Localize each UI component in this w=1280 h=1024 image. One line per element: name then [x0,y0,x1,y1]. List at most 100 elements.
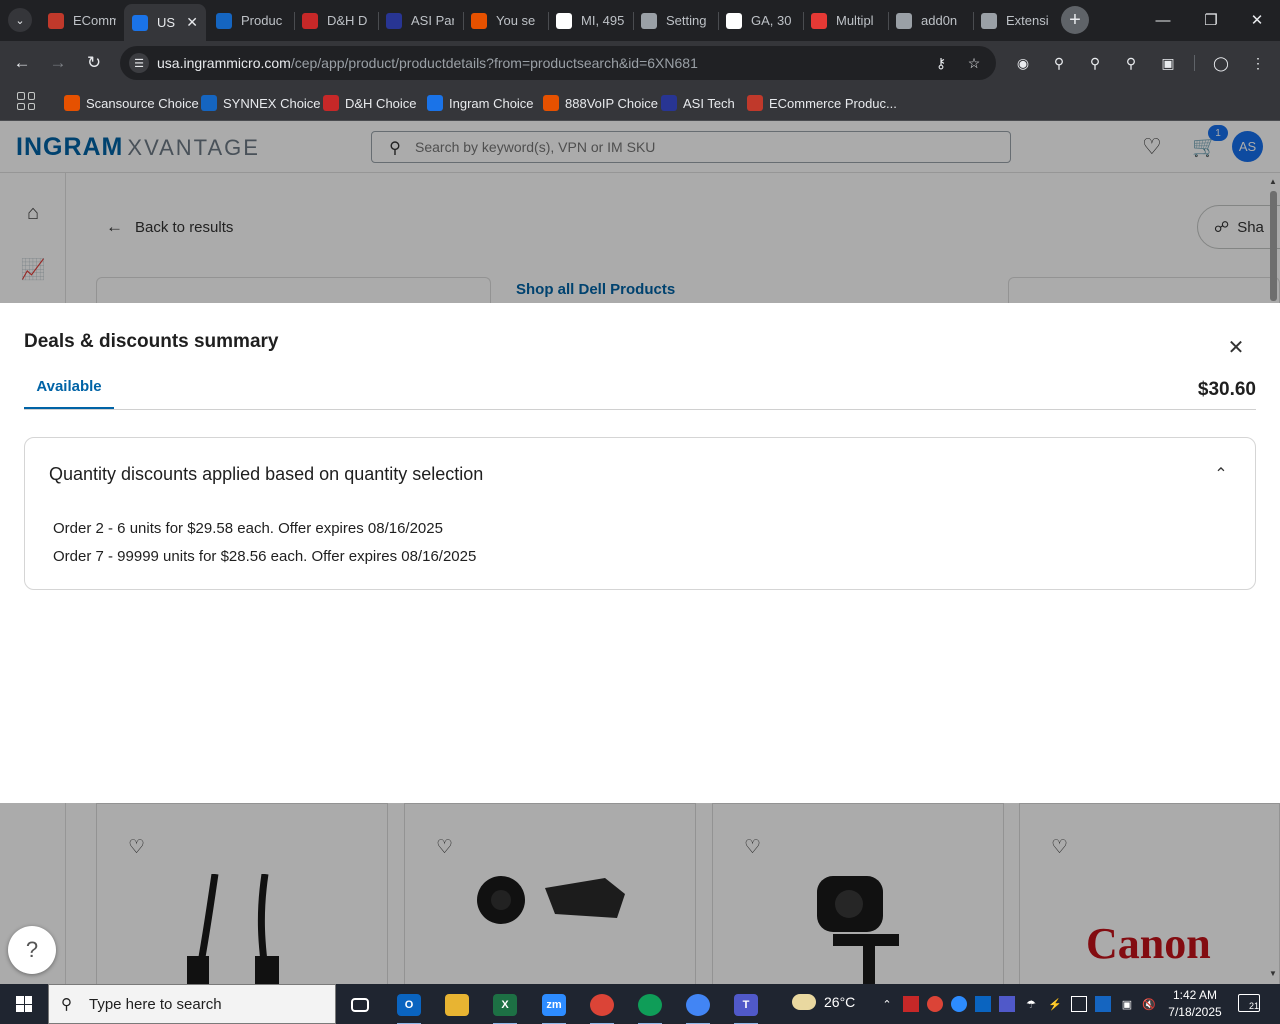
new-tab-button[interactable]: + [1061,6,1089,34]
tab-label: GA, 30 [751,13,792,28]
cloud-icon [792,994,816,1010]
volume-muted-icon[interactable]: 🔇 [1141,996,1157,1012]
dh-logo-icon [323,95,339,111]
browser-tab[interactable]: GA, 30 [718,4,802,37]
close-icon[interactable]: ✕ [1224,335,1248,359]
teams-icon[interactable]: T [726,988,766,1024]
outlook-tray-icon[interactable] [975,996,991,1012]
notification-center-icon[interactable]: 21 [1238,994,1260,1012]
close-window-button[interactable]: ✕ [1234,0,1280,40]
lens-extension-icon[interactable]: ⚲ [1084,52,1106,74]
extensions-puzzle-icon[interactable]: ▣ [1157,52,1179,74]
zoom-tray-icon[interactable] [951,996,967,1012]
chrome-profile-icon[interactable] [678,988,718,1024]
url-text[interactable]: usa.ingrammicro.com/cep/app/product/prod… [157,55,698,71]
page-scrollbar[interactable]: ▲ ▼ [1267,173,1280,984]
bookmark-label: ECommerce Produc... [769,95,897,111]
browser-tab[interactable]: Setting [633,4,717,37]
excel-icon[interactable]: X [485,988,525,1024]
dh-logo-icon [302,12,318,29]
browser-tab[interactable]: US ✕ [124,4,206,41]
tab-search-chevron-icon[interactable]: ⌄ [8,8,32,32]
zoom-extension-icon[interactable]: ⚲ [1120,52,1142,74]
minimize-button[interactable]: — [1140,0,1186,40]
addon-icon [896,12,912,29]
browser-tab[interactable]: Extensi [973,4,1057,37]
discount-section-title[interactable]: Quantity discounts applied based on quan… [49,464,483,485]
tab-label: MI, 495 [581,13,624,28]
tab-label: You se [496,13,536,28]
browser-tab[interactable]: D&H D [294,4,378,37]
bookmark-item[interactable]: D&H Choice [323,92,417,114]
vpn-tray-icon[interactable] [1071,996,1087,1012]
bookmark-item[interactable]: ECommerce Produc... [747,92,897,114]
browser-tab[interactable]: MI, 495 [548,4,632,37]
apps-grid-icon[interactable] [17,92,35,110]
weather-widget[interactable]: 26°C [792,994,855,1010]
browser-tab[interactable]: add0n [888,4,972,37]
system-clock[interactable]: 1:42 AM 7/18/2025 [1162,987,1228,1021]
wifi-icon[interactable]: ▣ [1119,996,1135,1012]
address-bar[interactable]: ☰ usa.ingrammicro.com/cep/app/product/pr… [120,46,996,80]
chrome-profile-icon[interactable] [630,988,670,1024]
browser-tab[interactable]: EComm [40,4,124,37]
ingram-logo-icon [132,14,148,31]
zoom-icon[interactable]: zm [534,988,574,1024]
browser-tab[interactable]: Multipl [803,4,887,37]
tab-label: D&H D [327,13,368,28]
total-price: $30.60 [1197,379,1256,400]
bookmark-item[interactable]: Ingram Choice [427,92,534,114]
reload-button[interactable]: ↻ [81,50,107,76]
quantity-discount-panel: Quantity discounts applied based on quan… [24,437,1256,590]
app-tray-icon[interactable] [1095,996,1111,1012]
bookmarks-bar: Scansource Choice SYNNEX Choice D&H Choice… [0,85,1280,121]
tab-label: US [157,15,176,30]
security-tray-icon[interactable]: ☂ [1023,996,1039,1012]
translate-extension-icon[interactable]: ◉ [1012,52,1034,74]
password-key-icon[interactable]: ⚷ [932,54,950,72]
chrome-tray-icon[interactable] [927,996,943,1012]
browser-tab[interactable]: Produc [208,4,292,37]
outlook-icon[interactable]: O [389,988,429,1024]
asi-logo-icon [661,95,677,111]
modal-backdrop[interactable] [0,121,1280,303]
file-explorer-icon[interactable] [437,988,477,1022]
bookmark-item[interactable]: ASI Tech [661,92,735,114]
browser-menu-icon[interactable]: ⋮ [1247,52,1269,74]
chevron-up-icon[interactable]: ⌃ [1209,462,1233,486]
site-info-icon[interactable]: ☰ [129,53,149,73]
bookmark-item[interactable]: SYNNEX Choice [201,92,321,114]
browser-tab[interactable]: ASI Par [378,4,462,37]
acrobat-tray-icon[interactable] [903,996,919,1012]
help-question-icon[interactable]: ? [8,926,56,974]
bookmark-item[interactable]: Scansource Choice [64,92,199,114]
puzzle-icon [981,12,997,29]
profile-icon[interactable]: ◯ [1210,52,1232,74]
divider [24,409,1256,410]
google-icon [726,12,742,29]
search-icon: ⚲ [61,996,72,1013]
search-extension-icon[interactable]: ⚲ [1048,52,1070,74]
teams-tray-icon[interactable] [999,996,1015,1012]
modal-backdrop[interactable] [0,803,1280,984]
bookmark-label: Ingram Choice [449,95,534,111]
tab-available[interactable]: Available [24,369,114,410]
back-button[interactable]: ← [9,50,35,76]
bookmark-item[interactable]: 888VoIP Choice [543,92,658,114]
browser-tab-strip: ⌄ EComm US ✕ Produc D&H D ASI Par You se MI, 49… [0,0,1280,41]
forward-button[interactable]: → [45,50,71,76]
browser-tab[interactable]: You se [463,4,547,37]
bookmark-label: ASI Tech [683,95,735,111]
google-icon [556,12,572,29]
restore-button[interactable]: ❐ [1188,0,1234,40]
bookmark-label: Scansource Choice [86,95,199,111]
start-button[interactable] [0,984,48,1024]
bookmark-star-icon[interactable]: ☆ [965,54,983,72]
network-tray-icon[interactable]: ⚡ [1047,996,1063,1012]
chevron-up-icon[interactable]: ⌃ [879,996,895,1012]
task-view-icon[interactable] [340,988,380,1022]
taskbar-search-box[interactable]: ⚲ Type here to search [48,984,336,1024]
chrome-icon[interactable] [582,988,622,1024]
close-tab-icon[interactable]: ✕ [180,14,198,31]
888voip-logo-icon [471,12,487,29]
